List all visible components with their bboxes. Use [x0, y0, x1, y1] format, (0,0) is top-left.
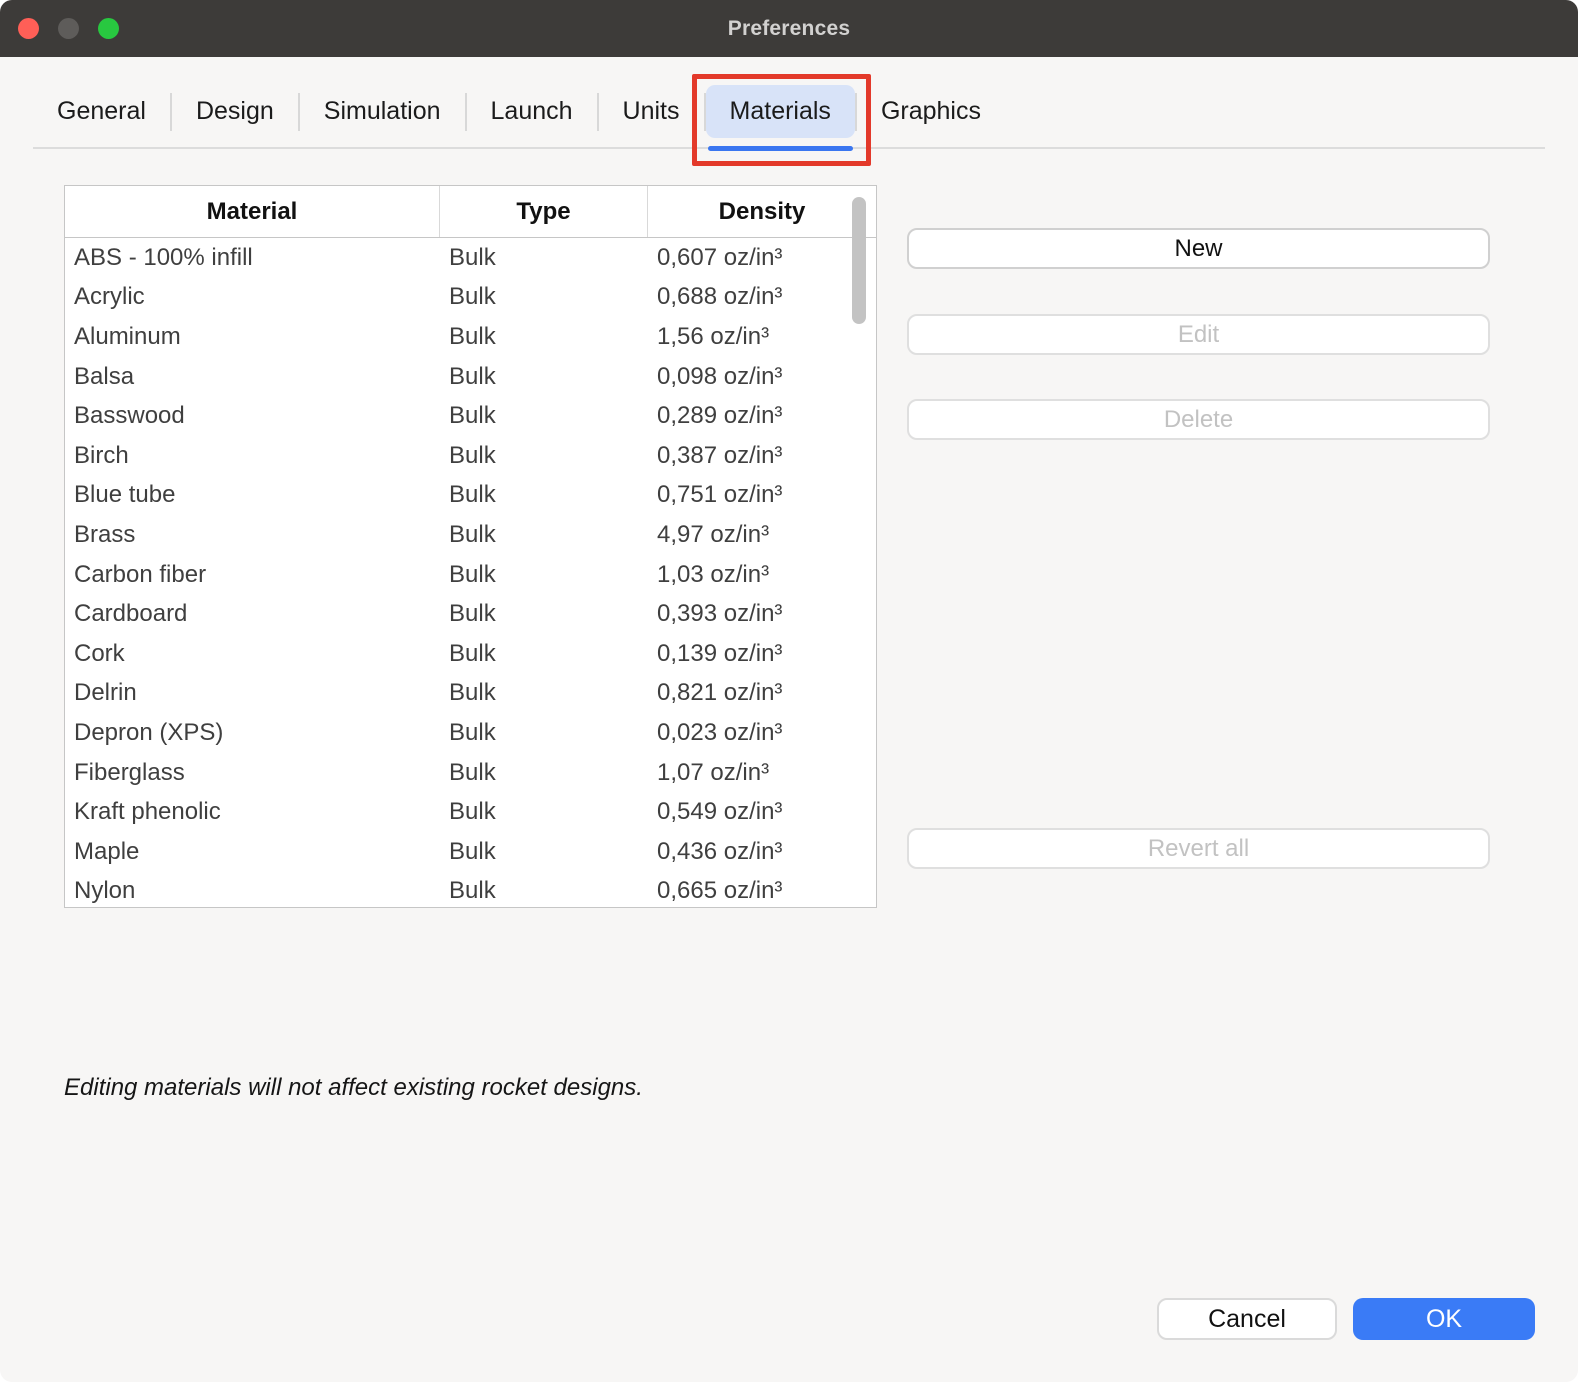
- cell-type: Bulk: [440, 759, 648, 787]
- tab-bar: General Design Simulation Launch Units M…: [33, 76, 1545, 149]
- cell-density: 0,751 oz/in³: [648, 481, 876, 509]
- table-row[interactable]: BrassBulk4,97 oz/in³: [65, 515, 876, 555]
- cell-density: 0,023 oz/in³: [648, 719, 876, 747]
- cell-type: Bulk: [440, 442, 648, 470]
- selected-tab-underline: [708, 146, 853, 151]
- titlebar: Preferences: [0, 0, 1578, 57]
- materials-table-body: ABS - 100% infillBulk0,607 oz/in³Acrylic…: [65, 238, 876, 908]
- tab-units[interactable]: Units: [599, 85, 704, 138]
- cell-density: 0,549 oz/in³: [648, 798, 876, 826]
- new-button[interactable]: New: [907, 228, 1490, 269]
- cell-density: 4,97 oz/in³: [648, 521, 876, 549]
- zoom-button[interactable]: [98, 18, 119, 39]
- cell-material: Basswood: [65, 402, 440, 430]
- tab-design[interactable]: Design: [172, 85, 298, 138]
- table-row[interactable]: BasswoodBulk0,289 oz/in³: [65, 396, 876, 436]
- cell-type: Bulk: [440, 402, 648, 430]
- cell-density: 1,03 oz/in³: [648, 561, 876, 589]
- table-row[interactable]: BirchBulk0,387 oz/in³: [65, 436, 876, 476]
- column-header-type[interactable]: Type: [440, 186, 648, 237]
- table-row[interactable]: ABS - 100% infillBulk0,607 oz/in³: [65, 238, 876, 278]
- cell-type: Bulk: [440, 798, 648, 826]
- delete-button[interactable]: Delete: [907, 399, 1490, 440]
- table-row[interactable]: DelrinBulk0,821 oz/in³: [65, 674, 876, 714]
- cell-material: Depron (XPS): [65, 719, 440, 747]
- ok-button[interactable]: OK: [1353, 1298, 1535, 1340]
- cell-type: Bulk: [440, 323, 648, 351]
- cell-type: Bulk: [440, 283, 648, 311]
- table-row[interactable]: AcrylicBulk0,688 oz/in³: [65, 278, 876, 318]
- table-row[interactable]: CorkBulk0,139 oz/in³: [65, 634, 876, 674]
- cell-material: Acrylic: [65, 283, 440, 311]
- cell-type: Bulk: [440, 679, 648, 707]
- cell-material: Brass: [65, 521, 440, 549]
- tab-launch[interactable]: Launch: [467, 85, 597, 138]
- table-row[interactable]: MapleBulk0,436 oz/in³: [65, 832, 876, 872]
- table-row[interactable]: FiberglassBulk1,07 oz/in³: [65, 753, 876, 793]
- cell-density: 0,688 oz/in³: [648, 283, 876, 311]
- minimize-button[interactable]: [58, 18, 79, 39]
- cell-material: Balsa: [65, 363, 440, 391]
- revert-all-button[interactable]: Revert all: [907, 828, 1490, 869]
- cell-density: 0,139 oz/in³: [648, 640, 876, 668]
- table-row[interactable]: Depron (XPS)Bulk0,023 oz/in³: [65, 713, 876, 753]
- table-row[interactable]: NylonBulk0,665 oz/in³: [65, 872, 876, 909]
- edit-button[interactable]: Edit: [907, 314, 1490, 355]
- tab-materials-label: Materials: [730, 97, 831, 125]
- cell-material: Maple: [65, 838, 440, 866]
- table-row[interactable]: Kraft phenolicBulk0,549 oz/in³: [65, 792, 876, 832]
- cell-density: 1,56 oz/in³: [648, 323, 876, 351]
- scrollbar-thumb[interactable]: [852, 197, 866, 324]
- column-header-material[interactable]: Material: [65, 186, 440, 237]
- cell-density: 0,387 oz/in³: [648, 442, 876, 470]
- cell-material: ABS - 100% infill: [65, 244, 440, 272]
- cell-density: 0,393 oz/in³: [648, 600, 876, 628]
- cell-material: Cardboard: [65, 600, 440, 628]
- cell-material: Carbon fiber: [65, 561, 440, 589]
- cell-type: Bulk: [440, 481, 648, 509]
- materials-note: Editing materials will not affect existi…: [64, 1074, 643, 1102]
- table-row[interactable]: Carbon fiberBulk1,03 oz/in³: [65, 555, 876, 595]
- table-header: Material Type Density: [65, 186, 876, 238]
- table-row[interactable]: Blue tubeBulk0,751 oz/in³: [65, 476, 876, 516]
- materials-table: Material Type Density ABS - 100% infillB…: [64, 185, 877, 908]
- tab-general[interactable]: General: [33, 85, 170, 138]
- cell-type: Bulk: [440, 561, 648, 589]
- cell-density: 0,289 oz/in³: [648, 402, 876, 430]
- cell-type: Bulk: [440, 877, 648, 905]
- cell-type: Bulk: [440, 244, 648, 272]
- cell-material: Birch: [65, 442, 440, 470]
- cell-density: 0,665 oz/in³: [648, 877, 876, 905]
- cancel-button[interactable]: Cancel: [1157, 1298, 1337, 1340]
- cell-type: Bulk: [440, 600, 648, 628]
- cell-material: Nylon: [65, 877, 440, 905]
- column-header-density[interactable]: Density: [648, 186, 876, 237]
- tab-simulation[interactable]: Simulation: [300, 85, 465, 138]
- cell-material: Delrin: [65, 679, 440, 707]
- traffic-lights: [18, 0, 119, 57]
- close-button[interactable]: [18, 18, 39, 39]
- cell-material: Blue tube: [65, 481, 440, 509]
- cell-type: Bulk: [440, 640, 648, 668]
- cell-type: Bulk: [440, 719, 648, 747]
- cell-density: 0,098 oz/in³: [648, 363, 876, 391]
- table-row[interactable]: AluminumBulk1,56 oz/in³: [65, 317, 876, 357]
- window-title: Preferences: [728, 17, 850, 41]
- cell-density: 0,436 oz/in³: [648, 838, 876, 866]
- tab-graphics[interactable]: Graphics: [857, 85, 1005, 138]
- cell-material: Aluminum: [65, 323, 440, 351]
- cell-density: 1,07 oz/in³: [648, 759, 876, 787]
- cell-type: Bulk: [440, 363, 648, 391]
- cell-density: 0,821 oz/in³: [648, 679, 876, 707]
- cell-material: Kraft phenolic: [65, 798, 440, 826]
- tab-materials[interactable]: Materials: [706, 85, 855, 138]
- cell-material: Fiberglass: [65, 759, 440, 787]
- table-row[interactable]: BalsaBulk0,098 oz/in³: [65, 357, 876, 397]
- cell-material: Cork: [65, 640, 440, 668]
- cell-type: Bulk: [440, 838, 648, 866]
- table-row[interactable]: CardboardBulk0,393 oz/in³: [65, 594, 876, 634]
- cell-density: 0,607 oz/in³: [648, 244, 876, 272]
- cell-type: Bulk: [440, 521, 648, 549]
- preferences-window: Preferences General Design Simulation La…: [0, 0, 1578, 1382]
